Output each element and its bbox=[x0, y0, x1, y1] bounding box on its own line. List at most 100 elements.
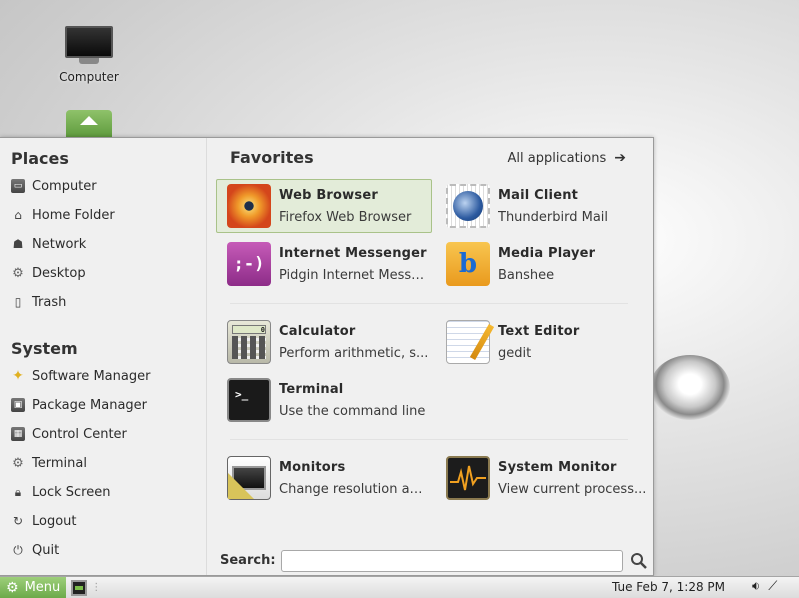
app-name: System Monitor bbox=[498, 459, 617, 475]
text-editor-icon bbox=[446, 320, 495, 364]
desktop-home-folder-icon[interactable] bbox=[44, 110, 134, 138]
monitor-icon: ▭ bbox=[11, 179, 25, 193]
sidebar-item-control-center[interactable]: ▦ Control Center bbox=[11, 423, 127, 445]
app-description: gedit bbox=[498, 345, 532, 361]
menu-button[interactable]: ⚙ Menu bbox=[0, 576, 67, 598]
banshee-icon: b bbox=[446, 242, 490, 286]
sidebar-item-terminal[interactable]: ⚙ Terminal bbox=[11, 452, 87, 474]
thunderbird-icon bbox=[446, 184, 490, 228]
menu-button-label: Menu bbox=[24, 580, 61, 595]
app-name: Terminal bbox=[279, 381, 344, 397]
search-icon[interactable] bbox=[630, 552, 648, 570]
separator bbox=[230, 439, 628, 440]
control-icon: ▦ bbox=[11, 427, 25, 441]
desktop-icon-label: Computer bbox=[59, 70, 119, 84]
show-desktop-button[interactable] bbox=[71, 579, 88, 596]
sidebar-item-label: Logout bbox=[32, 513, 77, 529]
app-description: Banshee bbox=[498, 267, 555, 283]
network-icon: ☗ bbox=[12, 237, 24, 251]
sidebar-item-label: Network bbox=[32, 236, 87, 252]
favorites-title: Favorites bbox=[230, 148, 314, 167]
app-description: Thunderbird Mail bbox=[498, 209, 609, 225]
app-name: Monitors bbox=[279, 459, 346, 475]
sidebar-item-label: Quit bbox=[32, 542, 60, 558]
volume-icon[interactable]: 🔉︎ bbox=[752, 579, 760, 594]
app-monitors[interactable]: Monitors Change resolution an... bbox=[216, 451, 432, 505]
app-name: Mail Client bbox=[498, 187, 579, 203]
monitors-icon bbox=[227, 456, 271, 500]
app-description: View current process... bbox=[498, 481, 647, 497]
calculator-icon: 0 bbox=[227, 320, 271, 364]
desktop-icon: ⚙ bbox=[12, 265, 24, 281]
app-name: Calculator bbox=[279, 323, 356, 339]
app-description: Change resolution an... bbox=[279, 481, 429, 497]
all-applications-label: All applications bbox=[507, 150, 607, 166]
app-name: Web Browser bbox=[279, 187, 378, 203]
sidebar-item-computer[interactable]: ▭ Computer bbox=[11, 175, 97, 197]
app-description: Pidgin Internet Messe... bbox=[279, 267, 429, 283]
firefox-icon bbox=[227, 184, 271, 228]
app-mail-client[interactable]: Mail Client Thunderbird Mail bbox=[435, 179, 651, 233]
arrow-right-icon: ➔ bbox=[614, 150, 626, 166]
app-name: Text Editor bbox=[498, 323, 580, 339]
sidebar-item-lock-screen[interactable]: 🔒︎ Lock Screen bbox=[11, 481, 111, 503]
mint-logo-icon bbox=[650, 355, 730, 420]
application-menu: Places ▭ Computer ⌂ Home Folder ☗ Networ… bbox=[0, 137, 654, 576]
sidebar-item-label: Lock Screen bbox=[32, 484, 111, 500]
home-folder-icon bbox=[66, 110, 112, 138]
panel-clock[interactable]: Tue Feb 7, 1:28 PM bbox=[612, 580, 725, 594]
bottom-panel: ⚙ Menu ⋮ Tue Feb 7, 1:28 PM 🔉︎ ⟋ bbox=[0, 576, 799, 598]
sidebar-item-label: Computer bbox=[32, 178, 97, 194]
package-icon: ▣ bbox=[11, 398, 25, 412]
app-system-monitor[interactable]: System Monitor View current process... bbox=[435, 451, 651, 505]
sidebar-item-label: Package Manager bbox=[32, 397, 148, 413]
system-tray: 🔉︎ ⟋ bbox=[752, 579, 777, 594]
system-monitor-icon bbox=[446, 456, 490, 500]
sidebar-item-label: Control Center bbox=[32, 426, 127, 442]
app-internet-messenger[interactable]: ;-) Internet Messenger Pidgin Internet M… bbox=[216, 237, 432, 291]
sidebar-item-home-folder[interactable]: ⌂ Home Folder bbox=[11, 204, 115, 226]
search-label: Search: bbox=[220, 553, 276, 568]
sidebar-item-software-manager[interactable]: ✦ Software Manager bbox=[11, 365, 150, 387]
sidebar-item-label: Desktop bbox=[32, 265, 86, 281]
app-media-player[interactable]: b Media Player Banshee bbox=[435, 237, 651, 291]
sidebar-item-package-manager[interactable]: ▣ Package Manager bbox=[11, 394, 147, 416]
all-applications-button[interactable]: All applications ➔ bbox=[508, 150, 626, 166]
sidebar-item-logout[interactable]: ↻ Logout bbox=[11, 510, 77, 532]
pidgin-icon: ;-) bbox=[227, 242, 271, 286]
terminal-icon: >_ bbox=[227, 378, 271, 422]
star-icon: ✦ bbox=[12, 368, 24, 384]
panel-grip-icon: ⋮ bbox=[91, 582, 102, 593]
home-icon: ⌂ bbox=[14, 208, 22, 222]
app-web-browser[interactable]: Web Browser Firefox Web Browser bbox=[216, 179, 432, 233]
app-name: Media Player bbox=[498, 245, 596, 261]
network-icon[interactable]: ⟋ bbox=[768, 579, 777, 594]
system-title: System bbox=[11, 339, 78, 358]
app-text-editor[interactable]: Text Editor gedit bbox=[435, 315, 651, 369]
app-terminal[interactable]: >_ Terminal Use the command line bbox=[216, 373, 432, 427]
menu-main: Favorites All applications ➔ Web Browser… bbox=[208, 138, 653, 575]
search-input[interactable] bbox=[281, 550, 623, 572]
sidebar-item-label: Terminal bbox=[32, 455, 87, 471]
sidebar-item-quit[interactable]: ⏻ Quit bbox=[11, 539, 59, 561]
gear-icon: ⚙ bbox=[6, 579, 19, 596]
sidebar-item-label: Trash bbox=[32, 294, 67, 310]
menu-sidebar: Places ▭ Computer ⌂ Home Folder ☗ Networ… bbox=[0, 138, 207, 575]
app-description: Perform arithmetic, s... bbox=[279, 345, 429, 361]
separator bbox=[230, 303, 628, 304]
logout-icon: ↻ bbox=[12, 514, 24, 528]
sidebar-item-label: Software Manager bbox=[32, 368, 151, 384]
sidebar-item-label: Home Folder bbox=[32, 207, 115, 223]
places-title: Places bbox=[11, 149, 69, 168]
app-description: Firefox Web Browser bbox=[279, 209, 412, 225]
sidebar-item-desktop[interactable]: ⚙ Desktop bbox=[11, 262, 86, 284]
terminal-icon: ⚙ bbox=[12, 455, 24, 471]
app-description: Use the command line bbox=[279, 403, 426, 419]
desktop-computer-icon[interactable]: Computer bbox=[44, 26, 134, 84]
trash-icon: ▯ bbox=[14, 295, 22, 309]
computer-icon bbox=[65, 26, 113, 68]
sidebar-item-trash[interactable]: ▯ Trash bbox=[11, 291, 67, 313]
sidebar-item-network[interactable]: ☗ Network bbox=[11, 233, 87, 255]
app-name: Internet Messenger bbox=[279, 245, 427, 261]
app-calculator[interactable]: 0 Calculator Perform arithmetic, s... bbox=[216, 315, 432, 369]
